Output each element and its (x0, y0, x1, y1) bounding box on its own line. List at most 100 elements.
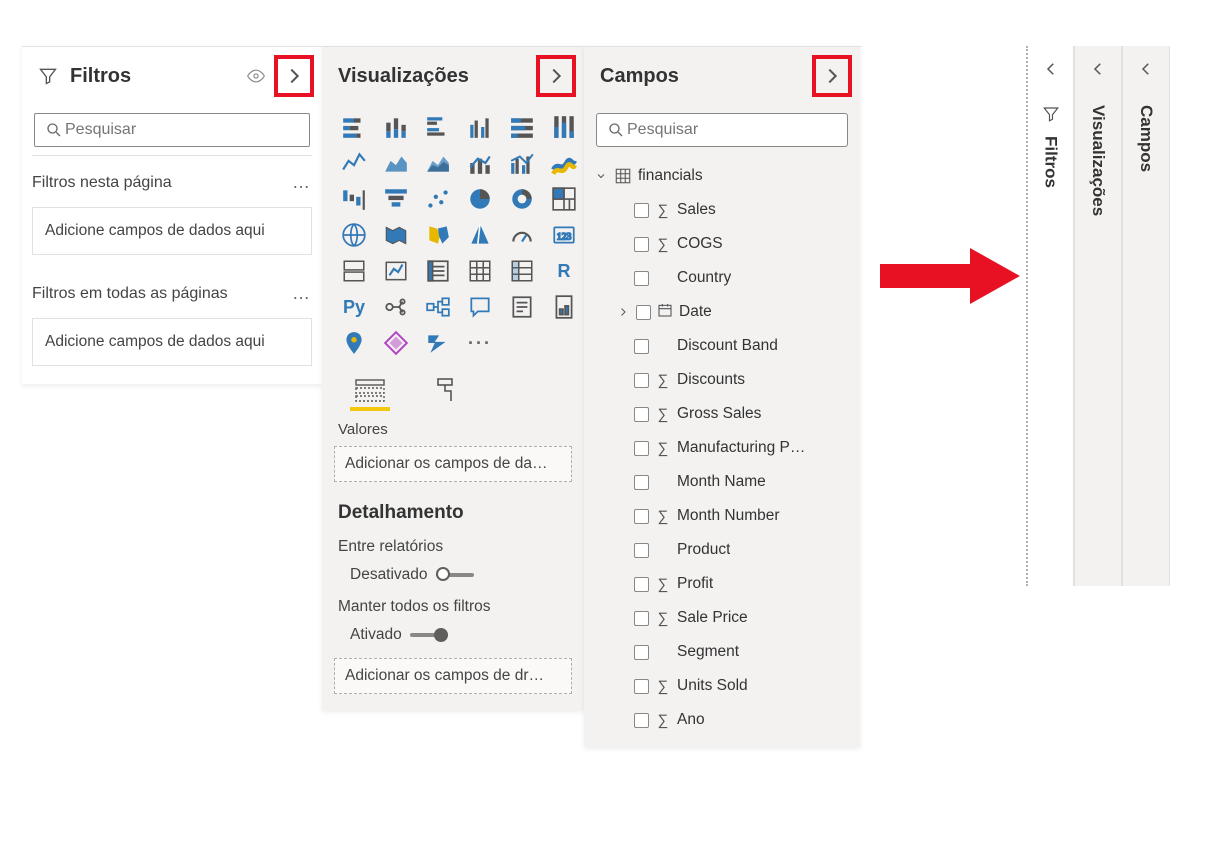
field-discounts[interactable]: ∑Discounts (594, 363, 854, 397)
field-date[interactable]: Date (594, 295, 854, 329)
checkbox[interactable] (634, 373, 649, 388)
viz-r-visual-icon[interactable]: R (546, 253, 582, 289)
viz-map-icon[interactable] (336, 217, 372, 253)
more-icon[interactable]: … (292, 172, 312, 193)
viz-qna-icon[interactable] (462, 289, 498, 325)
viz-treemap-icon[interactable] (546, 181, 582, 217)
drill-drop[interactable]: Adicionar os campos de dr… (334, 658, 572, 694)
checkbox[interactable] (636, 305, 651, 320)
checkbox[interactable] (634, 679, 649, 694)
search-icon (607, 121, 625, 139)
more-icon[interactable]: … (292, 283, 312, 304)
field-product[interactable]: Product (594, 533, 854, 567)
cross-report-toggle[interactable] (436, 568, 474, 582)
filters-search[interactable] (34, 113, 310, 147)
viz-powerautomate-icon[interactable] (420, 325, 456, 361)
viz-multi-row-card-icon[interactable] (336, 253, 372, 289)
filters-page-drop[interactable]: Adicione campos de dados aqui (32, 207, 312, 255)
fields-mode[interactable] (350, 377, 390, 411)
viz-header: Visualizações (322, 47, 584, 105)
viz-kpi-icon[interactable] (378, 253, 414, 289)
viz-stacked-column-icon[interactable] (378, 109, 414, 145)
viz-stacked-area-icon[interactable] (420, 145, 456, 181)
field-ano[interactable]: ∑Ano (594, 703, 854, 737)
viz-filled-map-icon[interactable] (378, 217, 414, 253)
viz-arcgis-icon[interactable] (336, 325, 372, 361)
checkbox[interactable] (634, 645, 649, 660)
sigma-icon: ∑ (655, 508, 671, 525)
collapsed-fields-tab[interactable]: Campos (1122, 46, 1170, 586)
checkbox[interactable] (634, 339, 649, 354)
viz-decomposition-icon[interactable] (420, 289, 456, 325)
fields-search-input[interactable] (625, 120, 837, 140)
field-month-number[interactable]: ∑Month Number (594, 499, 854, 533)
checkbox[interactable] (634, 475, 649, 490)
field-segment[interactable]: Segment (594, 635, 854, 669)
checkbox[interactable] (634, 577, 649, 592)
checkbox[interactable] (634, 713, 649, 728)
checkbox[interactable] (634, 237, 649, 252)
viz-more-icon[interactable]: ··· (462, 325, 498, 361)
table-financials[interactable]: financials (594, 159, 854, 193)
viz-donut-icon[interactable] (504, 181, 540, 217)
viz-card-icon[interactable]: 123 (546, 217, 582, 253)
field-profit[interactable]: ∑Profit (594, 567, 854, 601)
field-discount-band[interactable]: Discount Band (594, 329, 854, 363)
viz-powerapps-icon[interactable] (378, 325, 414, 361)
viz-clustered-column-icon[interactable] (462, 109, 498, 145)
viz-stacked-bar-icon[interactable] (336, 109, 372, 145)
viz-azure-map-icon[interactable] (462, 217, 498, 253)
table-icon (614, 167, 632, 185)
collapsed-viz-tab[interactable]: Visualizações (1074, 46, 1122, 586)
viz-narrative-icon[interactable] (504, 289, 540, 325)
checkbox[interactable] (634, 543, 649, 558)
field-country[interactable]: Country (594, 261, 854, 295)
fields-collapse-button[interactable] (812, 55, 852, 97)
field-units-sold[interactable]: ∑Units Sold (594, 669, 854, 703)
viz-funnel-icon[interactable] (378, 181, 414, 217)
filters-search-input[interactable] (63, 120, 299, 140)
viz-paginated-icon[interactable] (546, 289, 582, 325)
viz-py-visual-icon[interactable]: Py (336, 289, 372, 325)
chevron-down-icon (594, 170, 608, 182)
svg-text:123: 123 (557, 231, 572, 242)
viz-scatter-icon[interactable] (420, 181, 456, 217)
viz-waterfall-icon[interactable] (336, 181, 372, 217)
viz-matrix-icon[interactable] (504, 253, 540, 289)
viz-key-influencers-icon[interactable] (378, 289, 414, 325)
viz-slicer-icon[interactable] (420, 253, 456, 289)
viz-collapse-button[interactable] (536, 55, 576, 97)
collapsed-filters-tab[interactable]: Filtros (1026, 46, 1074, 586)
field-cogs[interactable]: ∑COGS (594, 227, 854, 261)
viz-gauge-icon[interactable] (504, 217, 540, 253)
checkbox[interactable] (634, 203, 649, 218)
checkbox[interactable] (634, 271, 649, 286)
field-sale-price[interactable]: ∑Sale Price (594, 601, 854, 635)
fields-search[interactable] (596, 113, 848, 147)
filters-collapse-button[interactable] (274, 55, 314, 97)
field-manufacturing-p-[interactable]: ∑Manufacturing P… (594, 431, 854, 465)
viz-shape-map-icon[interactable] (420, 217, 456, 253)
viz-table-icon[interactable] (462, 253, 498, 289)
viz-clustered-bar-icon[interactable] (420, 109, 456, 145)
eye-icon[interactable] (244, 64, 268, 88)
field-month-name[interactable]: Month Name (594, 465, 854, 499)
viz-area-icon[interactable] (378, 145, 414, 181)
checkbox[interactable] (634, 407, 649, 422)
viz-pie-icon[interactable] (462, 181, 498, 217)
viz-100-stacked-bar-icon[interactable] (504, 109, 540, 145)
viz-ribbon-icon[interactable] (546, 145, 582, 181)
filters-all-drop[interactable]: Adicione campos de dados aqui (32, 318, 312, 366)
viz-line-icon[interactable] (336, 145, 372, 181)
viz-100-stacked-column-icon[interactable] (546, 109, 582, 145)
format-mode[interactable] (430, 377, 462, 411)
keep-filters-toggle[interactable] (410, 628, 448, 642)
values-drop[interactable]: Adicionar os campos de da… (334, 446, 572, 482)
checkbox[interactable] (634, 441, 649, 456)
field-gross-sales[interactable]: ∑Gross Sales (594, 397, 854, 431)
checkbox[interactable] (634, 509, 649, 524)
viz-line-clustered-icon[interactable] (504, 145, 540, 181)
viz-line-column-icon[interactable] (462, 145, 498, 181)
checkbox[interactable] (634, 611, 649, 626)
field-sales[interactable]: ∑ Sales (594, 193, 854, 227)
